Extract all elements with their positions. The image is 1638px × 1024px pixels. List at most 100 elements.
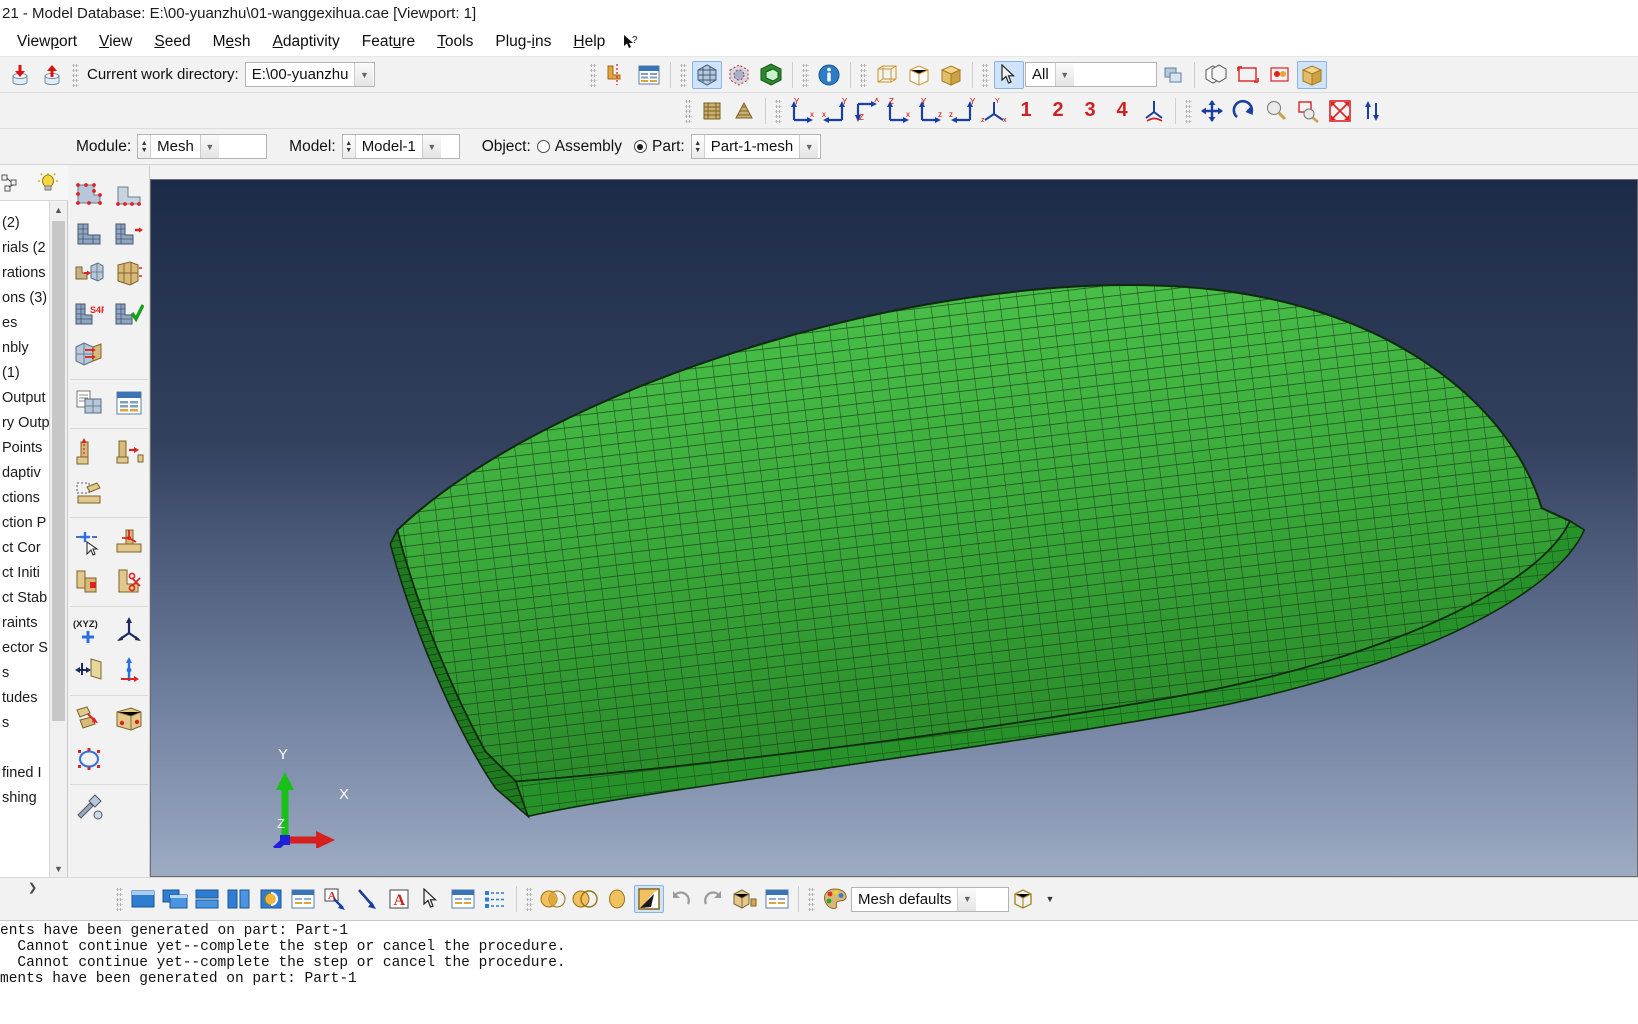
display-mesh-icon[interactable] — [692, 60, 722, 89]
chevron-down-icon[interactable]: ▼ — [199, 135, 219, 158]
redo-view-icon[interactable] — [698, 885, 728, 913]
save-model-database-icon[interactable] — [37, 61, 67, 89]
assign-mesh-controls-icon[interactable] — [70, 215, 108, 253]
view-right-icon[interactable]: z Y — [947, 97, 977, 125]
context-help-icon[interactable]: ? — [616, 32, 645, 53]
menu-mesh[interactable]: Mesh — [202, 31, 262, 53]
chevron-down-icon[interactable]: ▼ — [799, 135, 819, 158]
toolbar-grip[interactable] — [72, 62, 79, 87]
view-left-icon[interactable]: Y z — [915, 97, 945, 125]
model-tree-icon[interactable] — [0, 169, 27, 197]
model-tree-scrollbar[interactable]: ▲ ▼ — [49, 201, 67, 877]
annotation-manager-icon[interactable] — [448, 885, 478, 913]
assign-element-type-icon[interactable]: S4R — [70, 295, 108, 333]
spinner-icon[interactable]: ▲ ▼ — [138, 135, 152, 158]
partition-cell-icon[interactable] — [110, 433, 148, 471]
assign-mesh-controls-alt-icon[interactable] — [110, 215, 148, 253]
view-back-icon[interactable]: x Y — [819, 97, 849, 125]
edit-mesh-node-icon[interactable] — [70, 522, 108, 560]
display-group-manager-icon[interactable] — [762, 885, 792, 913]
render-shaded-icon[interactable] — [936, 61, 966, 89]
display-group-create-icon[interactable] — [730, 885, 760, 913]
feature-regenerate-icon[interactable] — [110, 700, 148, 738]
menu-viewport[interactable]: Viewport — [6, 31, 88, 53]
merge-mesh-icon[interactable] — [110, 522, 148, 560]
overlay-plot-alt-icon[interactable] — [570, 885, 600, 913]
overlay-plot-icon[interactable] — [538, 885, 568, 913]
query-mesh-icon[interactable] — [70, 384, 108, 422]
viewport-canvas[interactable]: Y X Z — [150, 179, 1638, 877]
toolbar-grip-mesh-tools[interactable] — [685, 98, 692, 123]
seed-part-icon[interactable] — [70, 175, 108, 213]
scrollbar-thumb[interactable] — [52, 221, 65, 721]
saved-view-2[interactable]: 2 — [1043, 97, 1073, 125]
results-tree-icon[interactable] — [33, 169, 63, 197]
magnify-view-icon[interactable] — [1261, 97, 1291, 125]
message-area[interactable]: ents have been generated on part: Part-1… — [0, 921, 1638, 1024]
mesh-manager-icon[interactable] — [110, 384, 148, 422]
part-combo[interactable]: ▲ ▼ Part-1-mesh ▼ — [690, 134, 821, 159]
toolbar-grip-render[interactable] — [860, 62, 867, 87]
toolbar-grip-select[interactable] — [982, 62, 989, 87]
partition-face-icon[interactable] — [70, 433, 108, 471]
render-style-dropdown-icon[interactable]: ▼ — [1042, 885, 1058, 913]
pan-view-icon[interactable] — [1197, 97, 1227, 125]
chevron-down-icon[interactable]: ▼ — [354, 63, 374, 86]
select-annotation-icon[interactable] — [416, 885, 446, 913]
datum-plane-icon[interactable] — [70, 651, 108, 689]
spinner-icon[interactable]: ▲ ▼ — [342, 135, 356, 158]
undo-view-icon[interactable] — [666, 885, 696, 913]
offset-mesh-icon[interactable] — [70, 562, 108, 600]
viewport-background-icon[interactable] — [634, 885, 664, 913]
work-directory-combo[interactable]: E:\00-yuanzhu ▼ — [244, 62, 375, 87]
scroll-down-icon[interactable]: ▼ — [50, 860, 67, 877]
expand-arrow-icon[interactable]: ❯ — [28, 881, 37, 894]
object-part-radio[interactable]: Part: — [633, 138, 691, 156]
datum-csys-icon[interactable] — [110, 651, 148, 689]
toolbar-grip-views2[interactable] — [775, 98, 782, 123]
model-combo[interactable]: ▲ ▼ Model-1 ▼ — [341, 134, 460, 159]
view-bottom-icon[interactable]: Z x — [883, 97, 913, 125]
seed-edges-icon[interactable] — [110, 175, 148, 213]
auto-fit-view-icon[interactable] — [1325, 97, 1355, 125]
selection-filter-combo[interactable]: All ▼ — [1025, 62, 1157, 87]
toolbar-grip-query[interactable] — [802, 62, 809, 87]
create-arrow-annotation-icon[interactable] — [352, 885, 382, 913]
menu-help[interactable]: Help — [562, 31, 616, 53]
chevron-down-icon[interactable]: ▼ — [957, 887, 977, 911]
menu-adaptivity[interactable]: Adaptivity — [262, 31, 351, 53]
mesh-region-icon[interactable] — [110, 255, 148, 293]
viewport-cascade-icon[interactable] — [160, 885, 190, 913]
model-tree-body[interactable]: (2) rials (2 rations ons (3) es nbly (1)… — [0, 201, 68, 877]
radio-assembly-icon[interactable] — [536, 140, 550, 153]
feature-delete-icon[interactable] — [70, 740, 108, 778]
render-style-combo[interactable]: Mesh defaults ▼ — [851, 886, 1009, 912]
part-display-icon[interactable] — [1297, 60, 1327, 89]
query-information-icon[interactable] — [814, 61, 844, 89]
display-geometry-icon[interactable] — [724, 61, 754, 89]
bottom-toolbar-grip-3[interactable] — [808, 887, 815, 911]
create-set-icon[interactable] — [1233, 61, 1263, 89]
single-plot-icon[interactable] — [602, 885, 632, 913]
bottom-toolbar-grip[interactable] — [116, 887, 123, 911]
view-front-icon[interactable]: Y x — [787, 97, 817, 125]
object-assembly-radio[interactable]: Assembly — [536, 138, 628, 156]
annotation-text-icon[interactable]: A — [384, 885, 414, 913]
annotation-list-icon[interactable] — [480, 885, 510, 913]
module-combo[interactable]: ▲ ▼ Mesh ▼ — [137, 134, 268, 159]
viewport-manager-icon[interactable] — [634, 61, 664, 89]
mesh-part-icon[interactable] — [70, 255, 108, 293]
spinner-icon[interactable]: ▲ ▼ — [691, 135, 705, 158]
toolbar-grip-nav[interactable] — [1185, 98, 1192, 123]
menu-tools[interactable]: Tools — [426, 31, 484, 53]
scroll-up-icon[interactable]: ▲ — [50, 201, 67, 218]
viewport-tile-horizontal-icon[interactable] — [192, 885, 222, 913]
feature-edit-icon[interactable] — [70, 700, 108, 738]
create-surface-icon[interactable] — [1265, 61, 1295, 89]
mesh-stack-orientation-icon[interactable] — [70, 335, 108, 373]
rotate-view-icon[interactable] — [1229, 97, 1259, 125]
radio-part-icon[interactable] — [633, 140, 647, 153]
saved-view-4[interactable]: 4 — [1107, 97, 1137, 125]
viewport-link-icon[interactable] — [256, 885, 286, 913]
chevron-down-icon[interactable]: ▼ — [1054, 63, 1074, 86]
